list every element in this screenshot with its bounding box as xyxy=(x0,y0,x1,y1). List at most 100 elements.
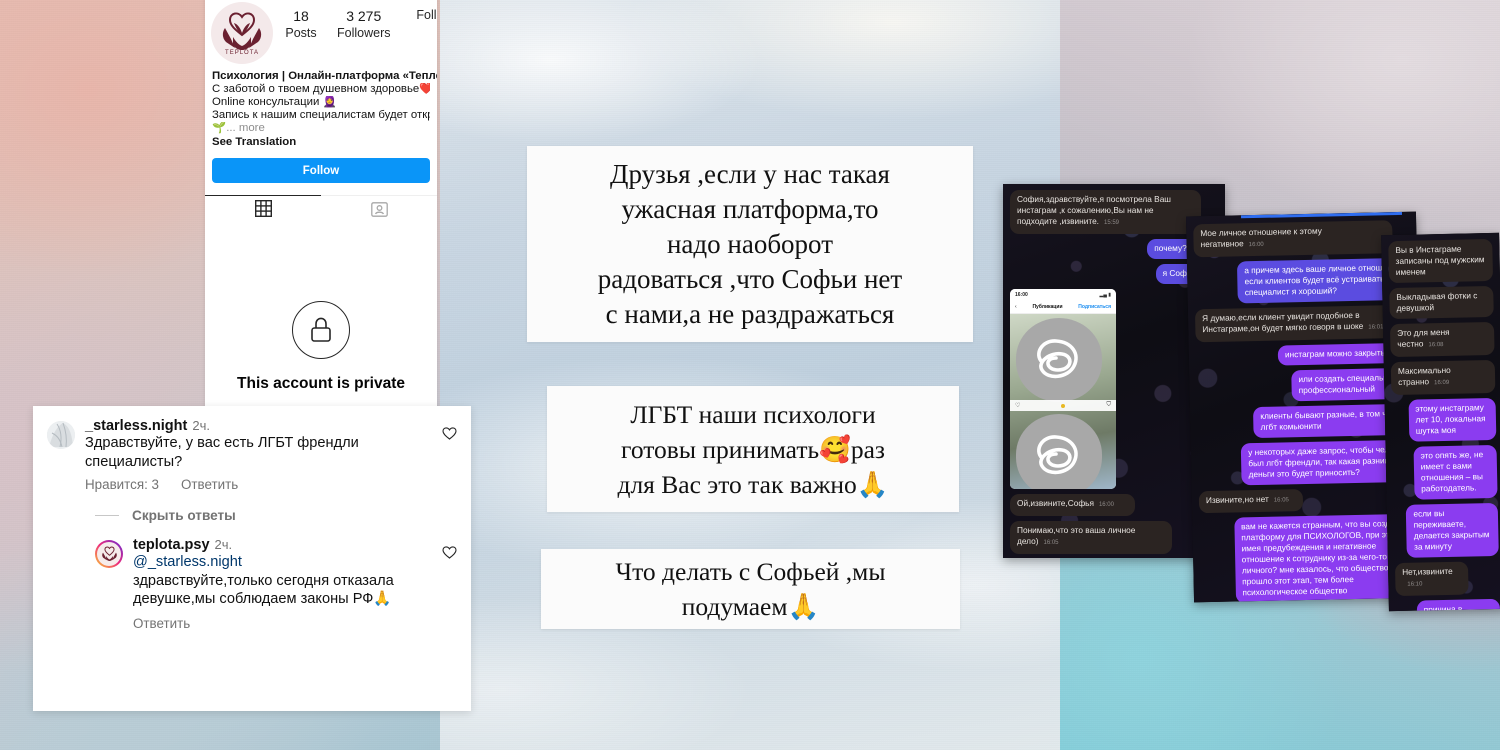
quote-line: надо наоборот xyxy=(666,228,834,259)
reply-button[interactable]: Ответить xyxy=(133,616,457,631)
followers-label: Followers xyxy=(337,25,391,40)
more-link[interactable]: ... more xyxy=(226,122,265,134)
teplota-logo-icon: TEPLOTA xyxy=(211,2,273,64)
posts-label: Posts xyxy=(285,25,317,40)
status-icons: ▂▄ ▮ xyxy=(1099,292,1111,298)
bio-name: Психология | Онлайн-платформа «Теплота» xyxy=(212,70,437,82)
shot-follow-button[interactable]: Подписаться xyxy=(1078,304,1111,310)
private-account-notice: This account is private xyxy=(205,301,437,393)
comment-reply-button[interactable]: Ответить xyxy=(181,477,238,492)
sprout-icon: 🌱 xyxy=(212,121,227,134)
chat-message: этому инстаграму лет 10, локальная шутка… xyxy=(1408,397,1497,442)
message-text: клиенты бывают разные, в том числе лгбт … xyxy=(1260,407,1406,432)
comment-body: _starless.night 2ч. Здравствуйте, у вас е… xyxy=(85,418,457,492)
comment-reply-item: teplota.psy 2ч. @_starless.night здравств… xyxy=(95,537,457,631)
chat-message: Это для меня честно 16:08 xyxy=(1389,321,1495,358)
private-account-text: This account is private xyxy=(237,375,405,393)
status-time: 16:00 xyxy=(1015,292,1028,298)
chat-messages: Вы в Инстаграме записаны под мужским име… xyxy=(1381,233,1500,612)
shot-nav-title: Публикации xyxy=(1032,304,1063,310)
comment-timestamp: 2ч. xyxy=(192,418,210,433)
comment-item: _starless.night 2ч. Здравствуйте, у вас е… xyxy=(47,418,457,492)
follow-button[interactable]: Follow xyxy=(212,158,430,184)
quote-text: ЛГБТ наши психологи готовы принимать🥰раз… xyxy=(609,397,896,502)
stat-posts[interactable]: 18 Posts xyxy=(279,8,323,41)
message-text: Ой,извините,Софья xyxy=(1017,498,1094,508)
quote-line: готовы принимать🥰раз xyxy=(621,434,885,464)
quote-line: ЛГБТ наши психологи xyxy=(630,399,876,429)
chat-message: если вы переживаете, делается закрытым з… xyxy=(1406,502,1499,558)
quote-text: Что делать с Софьей ,мы подумаем🙏 xyxy=(608,554,894,624)
profile-tabs xyxy=(205,195,437,227)
followers-count: 3 275 xyxy=(346,8,382,24)
chat-message: Максимально странно 16:09 xyxy=(1390,359,1496,396)
bookmark-icon[interactable]: ⛉ xyxy=(1106,402,1111,409)
profile-header: TEPLOTA 18 Posts 3 275 Followers Foll xyxy=(205,0,437,64)
stat-followers[interactable]: 3 275 Followers xyxy=(337,8,391,41)
back-icon[interactable]: ‹ xyxy=(1015,304,1017,310)
avatar[interactable]: TEPLOTA xyxy=(211,2,273,64)
bio-line-4: 🌱... more xyxy=(212,122,430,135)
stat-following[interactable]: Foll xyxy=(405,8,438,41)
censored-photo: ♡ ⛉ xyxy=(1010,314,1116,489)
message-text: Понимаю,что это ваша личное дело) xyxy=(1017,525,1136,546)
chat-message: это опять же, не имеет с вами отношения … xyxy=(1413,444,1498,500)
profile-bio: Психология | Онлайн-платформа «Теплота» … xyxy=(205,64,437,148)
shot-navbar: ‹ Публикации Подписаться xyxy=(1010,301,1116,314)
message-text: Извините,но нет xyxy=(1205,493,1269,506)
profile-stats: 18 Posts 3 275 Followers Foll xyxy=(273,2,437,41)
quote-card-1: Друзья ,если у нас такая ужасная платфор… xyxy=(527,146,973,342)
quote-card-2: ЛГБТ наши психологи готовы принимать🥰раз… xyxy=(547,386,959,512)
chat-message: Выкладывая фотки с девушкой xyxy=(1389,285,1494,320)
hide-replies-label: Скрыть ответы xyxy=(132,508,236,523)
heart-icon[interactable] xyxy=(442,545,457,560)
message-text: Выкладывая фотки с девушкой xyxy=(1396,290,1478,313)
message-time: 16:10 xyxy=(1407,581,1423,588)
mention-link[interactable]: @_starless.night xyxy=(133,554,242,570)
reply-mention: @_starless.night xyxy=(133,553,457,572)
heart-icon[interactable] xyxy=(442,426,457,441)
message-time: 16:00 xyxy=(1098,502,1114,508)
avatar[interactable] xyxy=(47,421,75,449)
message-text: у некоторых даже запрос, чтобы человек б… xyxy=(1248,443,1407,480)
message-time: 16:05 xyxy=(1273,497,1289,504)
message-text: если вы переживаете, делается закрытым з… xyxy=(1413,508,1490,552)
bio-line-1: С заботой о твоем душевном здоровье❤️ xyxy=(212,82,430,95)
message-time: 16:05 xyxy=(1043,540,1059,546)
chat-message: Понимаю,что это ваша личное дело) 16:05 xyxy=(1010,521,1173,554)
bio-line-2: Online консультации 🧕 xyxy=(212,95,337,108)
tab-tagged[interactable] xyxy=(321,196,437,227)
tab-grid[interactable] xyxy=(205,195,321,226)
quote-line: с нами,а не раздражаться xyxy=(605,298,895,329)
hide-replies-button[interactable]: Скрыть ответы xyxy=(95,508,457,523)
scribble-redaction xyxy=(1016,414,1102,489)
bio-line-3: Запись к нашим специалистам будет открыт… xyxy=(212,108,430,121)
tagged-person-icon xyxy=(370,201,388,223)
message-text: вам не кажется странным, что вы создаёте… xyxy=(1240,517,1408,598)
comment-likes[interactable]: Нравится: 3 xyxy=(85,477,159,492)
reply-username[interactable]: teplota.psy xyxy=(133,537,210,553)
message-text: Я думаю,если клиент увидит подобное в Ин… xyxy=(1202,309,1364,335)
lock-icon xyxy=(292,301,350,360)
heart-icon[interactable]: ♡ xyxy=(1015,402,1020,409)
posts-count: 18 xyxy=(293,8,309,24)
quote-line: Что делать с Софьей ,мы xyxy=(615,557,886,586)
instagram-profile-card: TEPLOTA 18 Posts 3 275 Followers Foll Пс… xyxy=(205,0,437,420)
quote-text: Друзья ,если у нас такая ужасная платфор… xyxy=(590,157,910,332)
teplota-logo-icon xyxy=(97,542,121,566)
comment-actions: Нравится: 3 Ответить xyxy=(85,477,457,492)
comment-text: Здравствуйте, у вас есть ЛГБТ френдли сп… xyxy=(85,435,359,470)
avatar[interactable] xyxy=(95,540,123,568)
comment-header: _starless.night 2ч. xyxy=(85,418,457,434)
following-label: Foll xyxy=(416,8,437,22)
quote-line: для Вас это так важно🙏 xyxy=(617,469,889,499)
quote-line: Друзья ,если у нас такая xyxy=(610,158,890,189)
comment-username[interactable]: _starless.night xyxy=(85,418,187,434)
chat-screenshot-3: Вы в Инстаграме записаны под мужским име… xyxy=(1381,232,1500,612)
quote-line: радоваться ,что Софьи нет xyxy=(597,263,903,294)
instagram-comments-card: _starless.night 2ч. Здравствуйте, у вас е… xyxy=(33,406,471,711)
reply-text: здравствуйте,только сегодня отказала дев… xyxy=(133,572,394,608)
see-translation-link[interactable]: See Translation xyxy=(212,136,430,149)
shared-screenshot-attachment[interactable]: 16:00 ▂▄ ▮ ‹ Публикации Подписаться ♡ ⛉ xyxy=(1010,289,1116,489)
message-text: Нет,извините xyxy=(1402,565,1453,577)
